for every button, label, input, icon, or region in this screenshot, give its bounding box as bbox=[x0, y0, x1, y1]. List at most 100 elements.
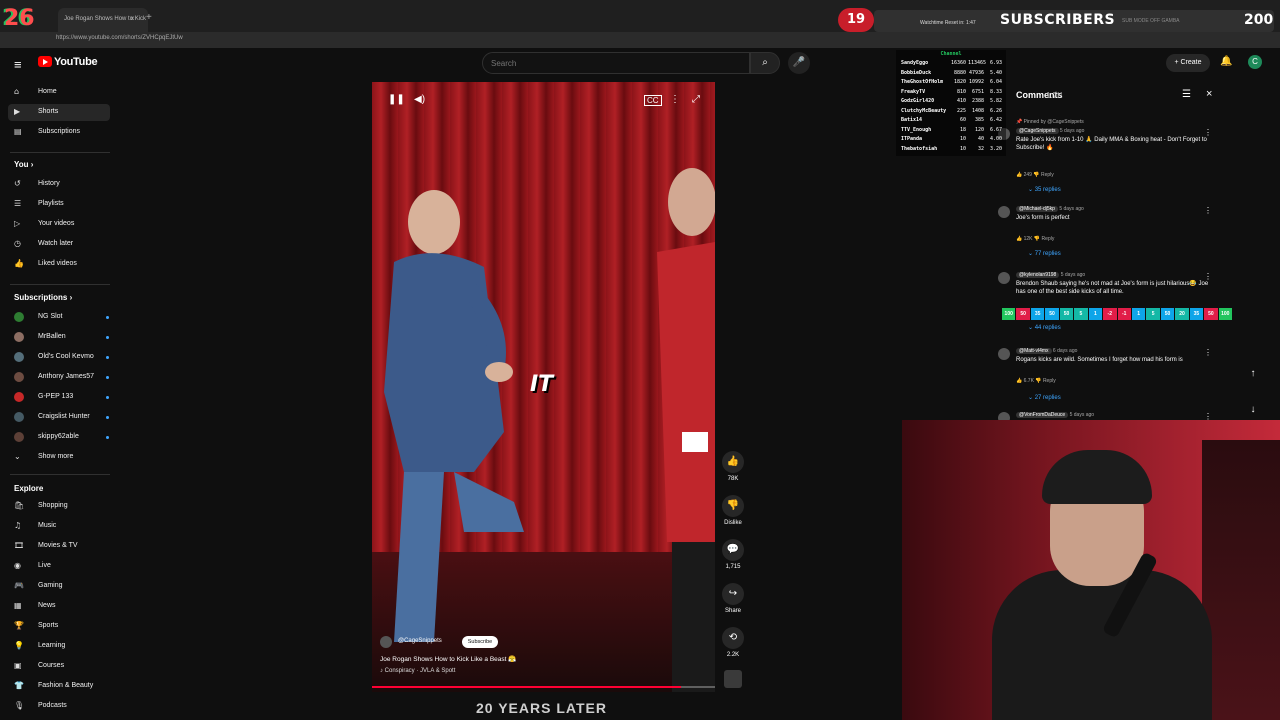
bell-icon[interactable]: 🔔 bbox=[1220, 56, 1232, 67]
sidebar-item-learning[interactable]: 💡 Learning bbox=[8, 638, 110, 655]
commenter-avatar[interactable] bbox=[998, 348, 1010, 360]
share-icon[interactable]: ↪ bbox=[722, 583, 744, 605]
audio-track[interactable]: ♪ Conspiracy · JVLA & Spott bbox=[380, 668, 455, 674]
sidebar-item-shorts[interactable]: ▶ Shorts bbox=[8, 104, 110, 121]
sound-thumbnail[interactable] bbox=[724, 670, 742, 688]
fullscreen-icon[interactable]: ⤢ bbox=[692, 94, 700, 105]
sidebar-item-sub-ng-slot[interactable]: NG Slot bbox=[8, 309, 110, 326]
sidebar-item-label: Live bbox=[38, 562, 51, 569]
video-title[interactable]: Joe Rogan Shows How to Kick Like a Beast… bbox=[380, 655, 516, 663]
stats-value-c: 8.33 bbox=[989, 88, 1002, 95]
comment-handle[interactable]: @Matt-vl4mx bbox=[1016, 348, 1052, 354]
create-button[interactable]: + Create bbox=[1166, 54, 1210, 72]
thumbs-up-icon[interactable]: 👍 bbox=[1016, 172, 1022, 178]
sidebar-item-watch-later[interactable]: ◷ Watch later bbox=[8, 236, 110, 253]
sidebar-item-playlists[interactable]: ☰ Playlists bbox=[8, 196, 110, 213]
volume-icon[interactable]: ◀) bbox=[414, 94, 425, 105]
thumbs-up-icon[interactable]: 👍 bbox=[1016, 378, 1022, 384]
comment-more-icon[interactable]: ⋮ bbox=[1204, 128, 1212, 137]
sidebar-item-courses[interactable]: ▣ Courses bbox=[8, 658, 110, 675]
comment-more-icon[interactable]: ⋮ bbox=[1204, 206, 1212, 215]
comments-icon[interactable]: 💬 bbox=[722, 539, 744, 561]
stats-value-a: 18 bbox=[959, 126, 966, 133]
thumbs-up-icon[interactable]: 👍 bbox=[1016, 236, 1022, 242]
sidebar-item-sports[interactable]: 🏆 Sports bbox=[8, 618, 110, 635]
video-progress-bar[interactable] bbox=[372, 686, 715, 688]
comment-more-icon[interactable]: ⋮ bbox=[1204, 272, 1212, 281]
search-input[interactable] bbox=[482, 52, 750, 74]
replies-toggle[interactable]: ⌄ 77 replies bbox=[1028, 250, 1061, 257]
replies-toggle[interactable]: ⌄ 27 replies bbox=[1028, 394, 1061, 401]
sidebar-item-home[interactable]: ⌂ Home bbox=[8, 84, 110, 101]
comment-handle[interactable]: @Michael-dj5kp bbox=[1016, 206, 1058, 212]
sidebar-item-sub-old-s-cool-kevmo[interactable]: Old's Cool Kevmo bbox=[8, 349, 110, 366]
thumbs-down-icon[interactable]: 👎 bbox=[1033, 172, 1039, 178]
screen: Joe Rogan Shows How to Kick ... × + http… bbox=[0, 0, 1280, 720]
url-text[interactable]: https://www.youtube.com/shorts/ZVHCpqEJt… bbox=[56, 35, 183, 41]
sidebar-item-sub-skippy62able[interactable]: skippy62able bbox=[8, 429, 110, 446]
comment-handle[interactable]: @kylenolan9198 bbox=[1016, 272, 1060, 278]
scroll-up-icon[interactable]: ↑ bbox=[1244, 368, 1262, 386]
new-tab-button[interactable]: + bbox=[146, 12, 152, 23]
comment-more-icon[interactable]: ⋮ bbox=[1204, 348, 1212, 357]
subscriptions-section-title[interactable]: Subscriptions › bbox=[14, 293, 72, 302]
youtube-logo-text[interactable]: YouTube bbox=[54, 56, 98, 68]
sidebar-item-sub-mrballen[interactable]: MrBallen bbox=[8, 329, 110, 346]
comment-text: Rate Joe's kick from 1-10 🙏 Daily MMA & … bbox=[1016, 137, 1207, 151]
like-icon[interactable]: 👍 bbox=[722, 451, 744, 473]
sidebar-item-sub-g-pep-133[interactable]: G-PEP 133 bbox=[8, 389, 110, 406]
sidebar-item-podcasts[interactable]: 🎙 Podcasts bbox=[8, 698, 110, 715]
subscribe-button[interactable]: Subscribe bbox=[462, 636, 498, 648]
replies-toggle[interactable]: ⌄ 35 replies bbox=[1028, 186, 1061, 193]
stats-value-c: 6.93 bbox=[989, 60, 1002, 66]
mic-icon[interactable]: 🎤 bbox=[788, 52, 810, 74]
sidebar-item-sub-craigslist-hunter[interactable]: Craigslist Hunter bbox=[8, 409, 110, 426]
sidebar-item-your-videos[interactable]: ▷ Your videos bbox=[8, 216, 110, 233]
sidebar-item-label: Liked videos bbox=[38, 260, 77, 267]
commenter-avatar[interactable] bbox=[998, 206, 1010, 218]
address-bar[interactable] bbox=[0, 32, 1280, 48]
remix-icon[interactable]: ⟲ bbox=[722, 627, 744, 649]
pause-icon[interactable]: ❚❚ bbox=[388, 94, 405, 105]
sidebar-item-movies-tv[interactable]: 🎞 Movies & TV bbox=[8, 538, 110, 555]
comment-age: 5 days ago bbox=[1059, 128, 1085, 134]
live-icon: ◉ bbox=[14, 561, 21, 570]
sidebar-item-sub-anthony-james57[interactable]: Anthony James57 bbox=[8, 369, 110, 386]
channel-name[interactable]: @CageSnippets bbox=[398, 638, 442, 644]
vote-cell: -1 bbox=[1117, 308, 1131, 320]
dislike-icon[interactable]: 👎 bbox=[722, 495, 744, 517]
more-options-icon[interactable]: ⋮ bbox=[670, 94, 680, 105]
sort-icon[interactable]: ☰ bbox=[1182, 89, 1191, 100]
search-icon[interactable]: ⌕ bbox=[750, 52, 780, 74]
menu-icon[interactable]: ≡ bbox=[14, 57, 22, 72]
reply-button[interactable]: Reply bbox=[1041, 172, 1054, 178]
reply-button[interactable]: Reply bbox=[1042, 236, 1055, 242]
sidebar-item-subscriptions[interactable]: ▤ Subscriptions bbox=[8, 124, 110, 141]
sidebar-item-gaming[interactable]: 🎮 Gaming bbox=[8, 578, 110, 595]
reply-button[interactable]: Reply bbox=[1043, 378, 1056, 384]
sidebar-item-live[interactable]: ◉ Live bbox=[8, 558, 110, 575]
replies-toggle[interactable]: ⌄ 44 replies bbox=[1028, 324, 1061, 331]
you-section-title[interactable]: You › bbox=[14, 160, 33, 169]
captions-icon[interactable]: CC bbox=[644, 95, 662, 106]
sidebar-item-shopping[interactable]: 🛍 Shopping bbox=[8, 498, 110, 515]
youtube-logo-icon[interactable] bbox=[38, 56, 52, 67]
sidebar-item-news[interactable]: ▦ News bbox=[8, 598, 110, 615]
thumbs-down-icon[interactable]: 👎 bbox=[1035, 378, 1041, 384]
channel-avatar[interactable] bbox=[380, 636, 392, 648]
sidebar-item-liked-videos[interactable]: 👍 Liked videos bbox=[8, 256, 110, 273]
avatar[interactable]: C bbox=[1248, 55, 1262, 69]
stats-value-b: 1408 bbox=[971, 107, 984, 114]
commenter-avatar[interactable] bbox=[998, 272, 1010, 284]
comment-handle[interactable]: @CageSnippets bbox=[1016, 128, 1059, 134]
thumbs-down-icon[interactable]: 👎 bbox=[1034, 236, 1040, 242]
sidebar-item-fashion-beauty[interactable]: 👕 Fashion & Beauty bbox=[8, 678, 110, 695]
sidebar-item-show-more[interactable]: ⌄ Show more bbox=[8, 449, 110, 466]
tab-close-icon[interactable]: × bbox=[130, 14, 135, 23]
sidebar-item-history[interactable]: ↺ History bbox=[8, 176, 110, 193]
close-icon[interactable]: × bbox=[1206, 88, 1212, 100]
stats-value-a: 10 bbox=[959, 145, 966, 152]
sidebar-item-music[interactable]: ♫ Music bbox=[8, 518, 110, 535]
comment-handle[interactable]: @VonFromDaDeuce bbox=[1016, 412, 1069, 418]
video-player[interactable]: ❚❚ ◀) CC ⋮ ⤢ IT @CageSnippets Subscribe … bbox=[372, 82, 715, 692]
